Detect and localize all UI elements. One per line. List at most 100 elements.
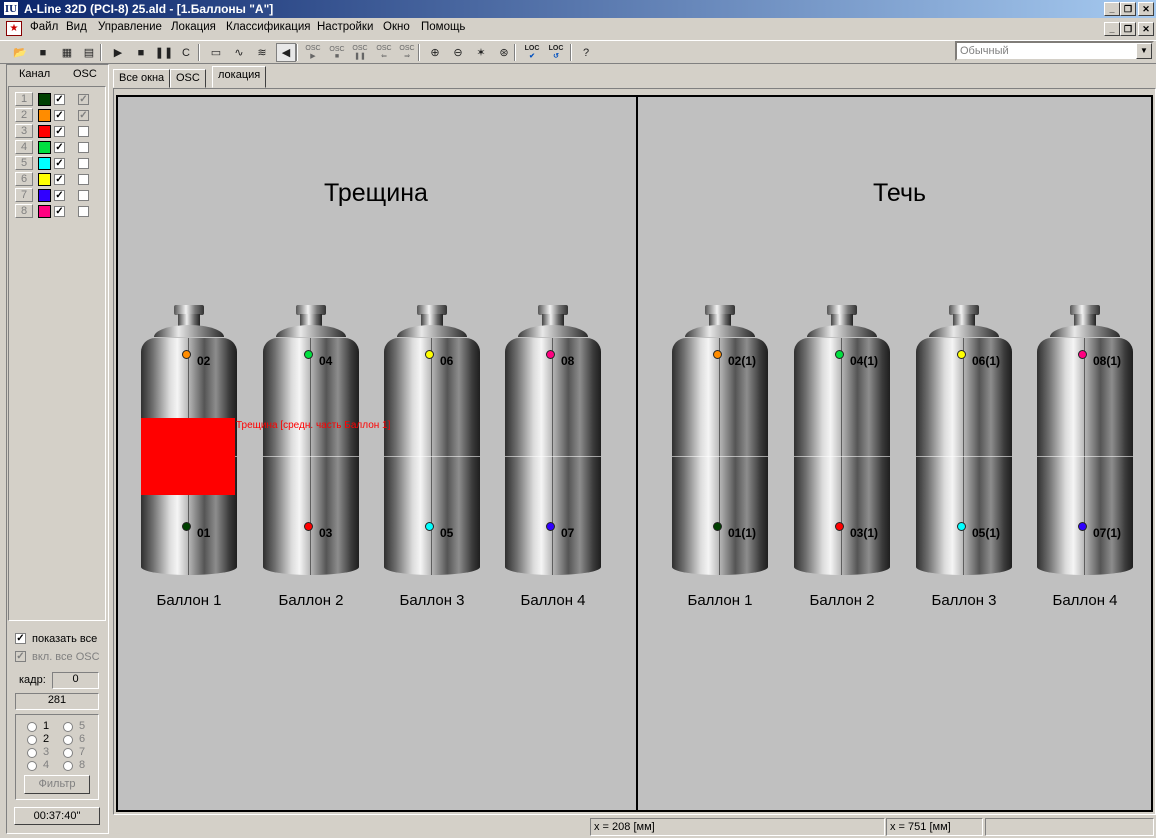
channel-color-swatch[interactable] (38, 205, 51, 218)
doc-close-icon[interactable]: ✕ (1138, 22, 1154, 36)
waveform-icon[interactable]: ∿ (229, 43, 249, 62)
channel-osc-checkbox[interactable] (78, 190, 89, 201)
menu-item-5[interactable]: Настройки (317, 21, 373, 33)
zoom-in-icon[interactable]: ⊕ (425, 43, 445, 62)
location-canvas[interactable]: Трещина 02 01 Баллон 1 04 03 Баллон 2 06 05 Балло… (116, 95, 1153, 812)
chevron-down-icon[interactable]: ▼ (1136, 43, 1152, 59)
cylinder[interactable]: 04(1) 03(1) (794, 305, 890, 585)
channel-filter-radio[interactable] (27, 735, 37, 745)
frame-field[interactable]: 0 (52, 672, 99, 689)
sensor-dot[interactable] (182, 522, 191, 531)
menu-item-3[interactable]: Локация (171, 21, 216, 33)
menu-item-2[interactable]: Управление (98, 21, 162, 33)
sensor-dot[interactable] (1078, 350, 1087, 359)
channel-color-swatch[interactable] (38, 173, 51, 186)
cylinder[interactable]: 08 07 (505, 305, 601, 585)
table-icon[interactable]: ▦ (57, 43, 77, 62)
c-icon[interactable]: C (176, 43, 196, 62)
speaker-icon[interactable]: ◀ (276, 43, 296, 62)
pause-icon[interactable]: ❚❚ (154, 43, 174, 62)
cylinder[interactable]: 06(1) 05(1) (916, 305, 1012, 585)
zoom-out-icon[interactable]: ⊖ (448, 43, 468, 62)
channel-filter-radio[interactable] (63, 761, 73, 771)
minimize-icon[interactable]: _ (1104, 2, 1120, 16)
channel-color-swatch[interactable] (38, 141, 51, 154)
sensor-dot[interactable] (304, 350, 313, 359)
cylinder[interactable]: 06 05 (384, 305, 480, 585)
channel-enable-checkbox[interactable]: ✓ (54, 158, 65, 169)
osc-pause-icon[interactable]: OSC ❚❚ (350, 43, 370, 62)
channel-number[interactable]: 3 (15, 124, 33, 138)
channel-color-swatch[interactable] (38, 157, 51, 170)
target-icon[interactable]: ⊛ (494, 43, 514, 62)
channel-number[interactable]: 5 (15, 156, 33, 170)
channel-number[interactable]: 1 (15, 92, 33, 106)
sensor-dot[interactable] (957, 350, 966, 359)
open-folder-icon[interactable]: 📂 (10, 43, 30, 62)
probe-icon[interactable]: ▭ (206, 43, 226, 62)
loc-check-icon[interactable]: LOC ✔ (522, 43, 542, 62)
sensor-dot[interactable] (957, 522, 966, 531)
app-icon[interactable]: IU (3, 1, 19, 16)
channel-color-swatch[interactable] (38, 109, 51, 122)
enable-all-osc-checkbox[interactable]: ✓ (15, 651, 26, 662)
channel-osc-checkbox[interactable] (78, 206, 89, 217)
tab-location[interactable]: локация (212, 66, 267, 88)
crack-event-marker[interactable] (141, 418, 235, 495)
channel-enable-checkbox[interactable]: ✓ (54, 110, 65, 121)
close-icon[interactable]: ✕ (1138, 2, 1154, 16)
menu-item-7[interactable]: Помощь (421, 21, 465, 33)
channel-enable-checkbox[interactable]: ✓ (54, 174, 65, 185)
channel-filter-radio[interactable] (63, 748, 73, 758)
menu-item-4[interactable]: Классификация (226, 21, 311, 33)
document-icon[interactable]: ★ (6, 21, 22, 36)
sensor-dot[interactable] (546, 522, 555, 531)
channel-enable-checkbox[interactable]: ✓ (54, 142, 65, 153)
channel-enable-checkbox[interactable]: ✓ (54, 206, 65, 217)
sensor-dot[interactable] (1078, 522, 1087, 531)
cylinder[interactable]: 04 03 (263, 305, 359, 585)
loc-undo-icon[interactable]: LOC ↺ (546, 43, 566, 62)
channel-osc-checkbox[interactable]: ✓ (78, 94, 89, 105)
channel-color-swatch[interactable] (38, 93, 51, 106)
help-icon[interactable]: ? (576, 43, 596, 62)
sensor-dot[interactable] (546, 350, 555, 359)
star-icon[interactable]: ✶ (471, 43, 491, 62)
cylinder[interactable]: 08(1) 07(1) (1037, 305, 1133, 585)
play-icon[interactable]: ▶ (108, 43, 128, 62)
menu-item-0[interactable]: Файл (30, 21, 58, 33)
osc-stop-icon[interactable]: OSC ■ (327, 43, 347, 62)
channel-color-swatch[interactable] (38, 189, 51, 202)
osc-back-icon[interactable]: OSC ⇐ (374, 43, 394, 62)
doc-restore-icon[interactable]: ❐ (1120, 22, 1136, 36)
document-icon[interactable]: ▤ (79, 43, 99, 62)
channel-number[interactable]: 6 (15, 172, 33, 186)
stop-icon[interactable]: ■ (131, 43, 151, 62)
menu-item-1[interactable]: Вид (66, 21, 87, 33)
sensor-dot[interactable] (713, 350, 722, 359)
channel-number[interactable]: 2 (15, 108, 33, 122)
channel-filter-radio[interactable] (63, 722, 73, 732)
sensor-dot[interactable] (425, 350, 434, 359)
channel-osc-checkbox[interactable] (78, 174, 89, 185)
channel-enable-checkbox[interactable]: ✓ (54, 190, 65, 201)
channel-osc-checkbox[interactable] (78, 158, 89, 169)
channel-filter-radio[interactable] (27, 761, 37, 771)
channel-number[interactable]: 8 (15, 204, 33, 218)
waveform-grid-icon[interactable]: ≋ (252, 43, 272, 62)
sensor-dot[interactable] (425, 522, 434, 531)
channel-filter-radio[interactable] (63, 735, 73, 745)
sensor-dot[interactable] (713, 522, 722, 531)
osc-forward-icon[interactable]: OSC ⇒ (397, 43, 417, 62)
sensor-dot[interactable] (304, 522, 313, 531)
channel-osc-checkbox[interactable] (78, 126, 89, 137)
cylinder[interactable]: 02(1) 01(1) (672, 305, 768, 585)
osc-play-icon[interactable]: OSC ▶ (303, 43, 323, 62)
channel-filter-radio[interactable] (27, 748, 37, 758)
filter-button[interactable]: Фильтр (24, 775, 90, 794)
tab-all-windows[interactable]: Все окна (113, 69, 171, 88)
channel-osc-checkbox[interactable]: ✓ (78, 110, 89, 121)
channel-filter-radio[interactable] (27, 722, 37, 732)
sensor-dot[interactable] (835, 350, 844, 359)
menu-item-6[interactable]: Окно (383, 21, 410, 33)
